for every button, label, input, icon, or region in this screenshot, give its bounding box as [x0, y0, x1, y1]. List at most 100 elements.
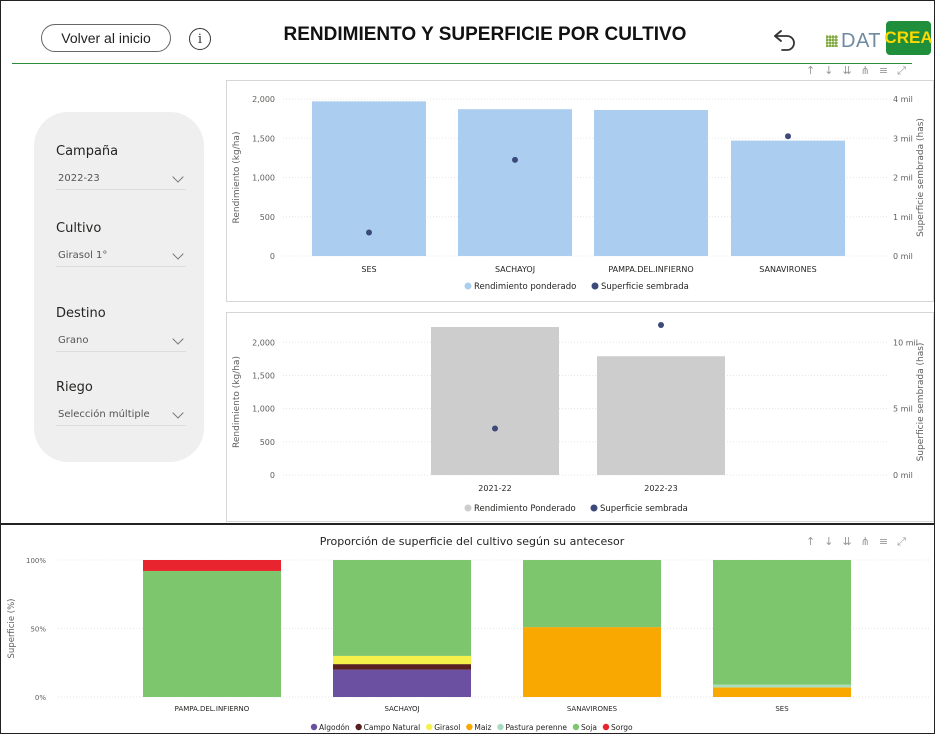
scatter-point [366, 229, 372, 236]
chart-proporcion-antecesor[interactable]: Proporción de superficie del cultivo seg… [0, 525, 935, 734]
sort-down-icon[interactable]: ↓ [824, 64, 842, 77]
scatter-point [512, 156, 518, 163]
dat-logo: DAT [826, 29, 881, 53]
drill-icon[interactable]: ⇊ [842, 64, 860, 77]
x-tick-label: PAMPA.DEL.INFIERNO [608, 265, 693, 274]
legend-marker [464, 282, 472, 290]
y2-tick-label: 0 mil [893, 252, 913, 261]
y-axis-label: Superficie (%) [7, 599, 17, 659]
legend-label: Superficie sembrada [601, 282, 689, 292]
stacked-bar-segment [523, 560, 661, 628]
chevron-down-icon [172, 247, 184, 260]
y-tick-label: 2,000 [252, 95, 275, 104]
y-tick-label: 0 [270, 252, 275, 261]
dat-logo-text: DAT [841, 29, 882, 52]
scatter-point [785, 133, 791, 140]
legend-label: Rendimiento ponderado [474, 282, 576, 292]
bar [458, 109, 572, 256]
y-axis-label: Rendimiento (kg/ha) [232, 356, 242, 448]
y-tick-label: 0% [35, 694, 46, 702]
legend-marker [590, 504, 598, 512]
slicer-label: Cultivo [56, 221, 102, 236]
sort-up-icon[interactable]: ↑ [806, 64, 824, 77]
slicer-cultivo: Cultivo Girasol 1° [56, 221, 186, 267]
slicer-campana: Campaña 2022-23 [56, 144, 186, 190]
x-tick-label: 2022-23 [644, 484, 677, 493]
y-tick-label: 500 [260, 213, 275, 222]
sort-up-icon[interactable]: ↑ [806, 535, 824, 548]
slicer-destino: Destino Grano [56, 306, 186, 352]
chart-rendimiento-por-zona[interactable]: 0 500 1,000 1,500 2,000 0 mil 1 mil 2 mil 3 mil 4… [226, 68, 934, 302]
riego-dropdown[interactable]: Selección múltiple [56, 404, 186, 426]
stacked-bar-segment [143, 560, 281, 571]
bar [731, 140, 845, 256]
focus-mode-icon[interactable]: ⤢ [897, 64, 915, 77]
legend-label: Rendimiento Ponderado [474, 504, 576, 514]
y-tick-label: 0 [270, 471, 275, 480]
x-tick-label: SANAVIRONES [759, 265, 816, 274]
y2-tick-label: 10 mil [893, 338, 918, 347]
chart-rendimiento-por-campana[interactable]: 0 500 1,000 1,500 2,000 0 mil 5 mil 10 mil Rendi… [226, 312, 934, 522]
legend-marker [466, 723, 473, 731]
expand-hierarchy-icon[interactable]: ⋔ [861, 535, 879, 548]
legend-label: Girasol [434, 723, 460, 732]
x-tick-label: SES [775, 705, 789, 713]
info-icon[interactable]: i [189, 28, 211, 50]
stacked-bar-segment [333, 560, 471, 656]
y-tick-label: 1,000 [252, 174, 275, 183]
visual-header-icons-top[interactable]: ↑↓⇊⋔≡⤢ [806, 64, 915, 78]
undo-arrow-icon[interactable] [770, 24, 800, 54]
y-tick-label: 2,000 [252, 338, 275, 347]
y2-tick-label: 2 mil [893, 174, 913, 183]
chart3-svg: Proporción de superficie del cultivo seg… [7, 535, 930, 732]
stacked-bar-segment [143, 570, 281, 697]
sort-down-icon[interactable]: ↓ [824, 535, 842, 548]
stacked-bar-segment [523, 627, 661, 697]
campana-dropdown[interactable]: 2022-23 [56, 168, 186, 190]
chevron-down-icon [172, 170, 184, 183]
legend-marker [572, 723, 580, 731]
chevron-down-icon [172, 406, 184, 419]
y-tick-label: 1,000 [252, 405, 275, 414]
slicer-label: Campaña [56, 144, 119, 159]
chart1-svg: 0 500 1,000 1,500 2,000 0 mil 1 mil 2 mil 3 mil 4… [232, 68, 926, 292]
slicer-value: Selección múltiple [58, 409, 150, 420]
bar [597, 356, 725, 475]
cultivo-dropdown[interactable]: Girasol 1° [56, 245, 186, 267]
legend-marker [426, 723, 433, 731]
expand-hierarchy-icon[interactable]: ⋔ [861, 64, 879, 77]
x-tick-label: SACHAYOJ [495, 265, 535, 274]
y2-tick-label: 3 mil [893, 134, 913, 143]
slicer-value: Grano [58, 335, 89, 346]
home-button[interactable]: Volver al inicio [41, 24, 171, 52]
slicer-label: Riego [56, 380, 93, 395]
slicer-value: 2022-23 [58, 173, 100, 184]
filter-icon[interactable]: ≡ [879, 64, 897, 77]
legend-label: Soja [581, 723, 597, 732]
y-tick-label: 50% [30, 626, 46, 634]
chart-title: Proporción de superficie del cultivo seg… [320, 535, 625, 548]
bar [431, 327, 559, 475]
legend-label: Sorgo [611, 723, 633, 732]
visual-header-icons-bottom[interactable]: ↑↓⇊⋔≡⤢ [806, 535, 915, 549]
filter-icon[interactable]: ≡ [879, 535, 897, 548]
legend-marker [310, 723, 318, 731]
x-tick-label: 2021-22 [478, 484, 511, 493]
destino-dropdown[interactable]: Grano [56, 330, 186, 352]
focus-mode-icon[interactable]: ⤢ [897, 535, 915, 548]
legend-marker [355, 723, 362, 731]
slicer-riego: Riego Selección múltiple [56, 380, 186, 426]
scatter-point [492, 425, 498, 432]
stacked-bar-segment [333, 655, 471, 665]
legend-marker [602, 723, 610, 731]
legend-label: Campo Natural [364, 723, 421, 732]
x-tick-label: SES [361, 265, 376, 274]
x-tick-label: PAMPA.DEL.INFIERNO [175, 705, 250, 713]
slicer-value: Girasol 1° [58, 250, 108, 261]
y2-axis-label: Superficie sembrada (has) [916, 343, 926, 462]
y-axis-label: Rendimiento (kg/ha) [232, 132, 242, 224]
page-title: RENDIMIENTO Y SUPERFICIE POR CULTIVO [283, 24, 687, 45]
drill-icon[interactable]: ⇊ [842, 535, 860, 548]
legend-label: Superficie sembrada [600, 504, 688, 514]
legend-label: Algodón [319, 723, 350, 732]
